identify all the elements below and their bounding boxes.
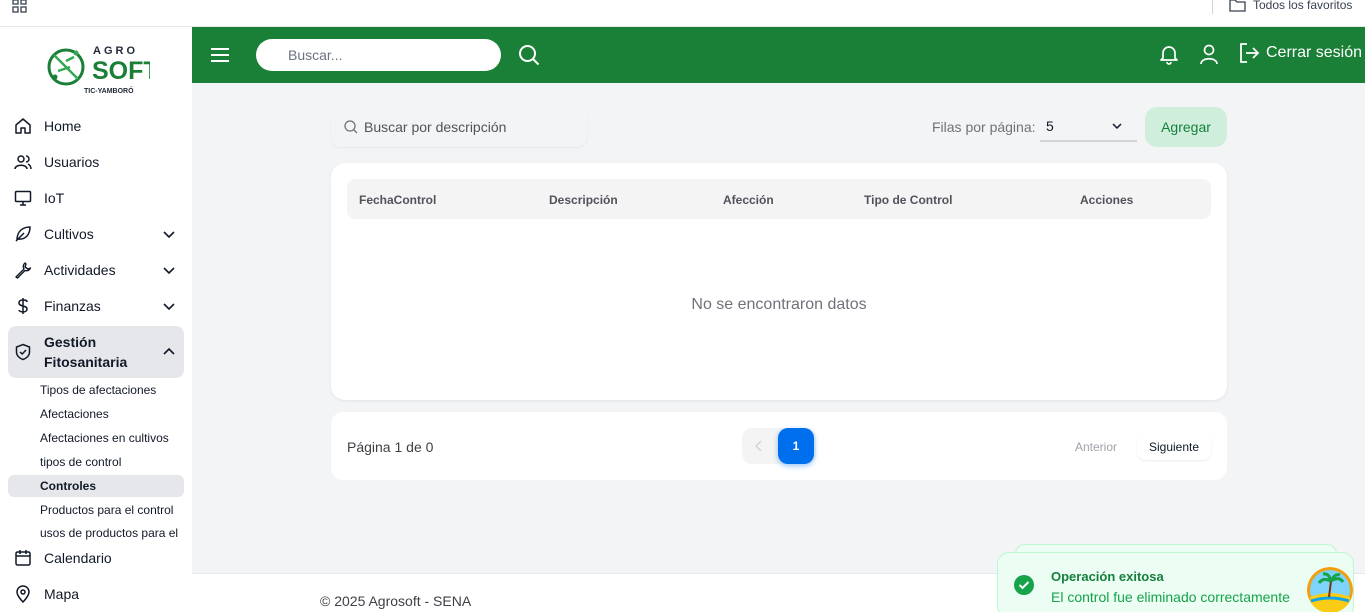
bookmarks-divider xyxy=(1212,0,1213,14)
chevron-up-icon xyxy=(163,347,175,355)
folder-icon xyxy=(1229,0,1246,12)
pagination-bar: Página 1 de 0 1 Anterior Siguiente xyxy=(331,412,1227,480)
sidebar-item-label: Cultivos xyxy=(44,226,94,242)
sidebar-item-home[interactable]: Home xyxy=(8,108,184,144)
sidebar-item-calendario[interactable]: Calendario xyxy=(8,540,184,576)
sidebar-item-actividades[interactable]: Actividades xyxy=(8,252,184,288)
toast-title: Operación exitosa xyxy=(1051,569,1164,584)
column-header-acciones: Acciones xyxy=(1080,193,1134,207)
chevron-down-icon xyxy=(1112,123,1122,130)
sidebar-item-label: Home xyxy=(44,118,82,134)
sidebar-item-label: Usuarios xyxy=(44,154,100,170)
subitem-usos-productos[interactable]: usos de productos para el xyxy=(8,523,184,541)
column-header-tipo-control[interactable]: Tipo de Control xyxy=(864,193,952,207)
subitem-afectaciones[interactable]: Afectaciones xyxy=(8,403,184,425)
dollar-icon xyxy=(14,297,32,315)
search-icon[interactable] xyxy=(518,44,540,66)
apps-grid-icon[interactable] xyxy=(12,0,28,14)
column-header-descripcion[interactable]: Descripción xyxy=(549,193,618,207)
leaf-icon xyxy=(14,225,32,243)
description-search-input[interactable] xyxy=(364,119,574,135)
wrench-icon xyxy=(14,261,32,279)
table-header: FechaControl Descripción Afección Tipo d… xyxy=(347,179,1211,219)
svg-text:TIC-YAMBORÓ: TIC-YAMBORÓ xyxy=(84,86,134,95)
chevron-down-icon xyxy=(163,303,175,311)
controls-table: FechaControl Descripción Afección Tipo d… xyxy=(331,163,1227,400)
logout-button[interactable]: Cerrar sesión xyxy=(1238,42,1362,64)
pagination-control: 1 xyxy=(742,428,816,464)
home-icon xyxy=(14,117,32,135)
subitem-afectaciones-cultivos[interactable]: Afectaciones en cultivos xyxy=(8,427,184,449)
logout-icon xyxy=(1240,43,1260,63)
global-search-input[interactable] xyxy=(256,39,501,71)
svg-text:SOFT: SOFT xyxy=(92,57,150,85)
sidebar-item-usuarios[interactable]: Usuarios xyxy=(8,144,184,180)
subitem-tipos-afectaciones[interactable]: Tipos de afectaciones xyxy=(8,379,184,401)
description-search[interactable] xyxy=(331,107,587,147)
column-header-fecha-control[interactable]: FechaControl xyxy=(359,193,436,207)
sidebar-item-gestion-fitosanitaria[interactable]: Gestión Fitosanitaria xyxy=(8,326,184,378)
subitem-controles[interactable]: Controles xyxy=(8,475,184,497)
sidebar-item-label: Finanzas xyxy=(44,298,101,314)
bell-icon[interactable] xyxy=(1158,43,1180,65)
sidebar-item-label: IoT xyxy=(44,190,65,206)
column-header-afeccion[interactable]: Afección xyxy=(723,193,774,207)
sidebar-item-finanzas[interactable]: Finanzas xyxy=(8,288,184,324)
search-icon xyxy=(344,120,358,134)
monitor-icon xyxy=(14,189,32,207)
sidebar-item-cultivos[interactable]: Cultivos xyxy=(8,216,184,252)
chevron-left-icon[interactable] xyxy=(752,439,766,453)
hamburger-menu-icon[interactable] xyxy=(210,45,230,65)
all-favorites-label: Todos los favoritos xyxy=(1253,0,1353,12)
rows-per-page-value: 5 xyxy=(1046,118,1054,134)
rows-per-page-select[interactable]: 5 xyxy=(1040,110,1137,142)
agrosoft-logo: AGRO SOFT TIC-YAMBORÓ xyxy=(47,45,150,95)
sidebar-item-label: Mapa xyxy=(44,586,80,602)
sidebar-item-label: Actividades xyxy=(44,262,116,278)
calendar-icon xyxy=(14,549,32,567)
footer-copyright: © 2025 Agrosoft - SENA xyxy=(320,593,472,609)
sidebar: AGRO SOFT TIC-YAMBORÓ Home Usuarios IoT … xyxy=(0,27,192,612)
rows-per-page-label: Filas por página: xyxy=(932,119,1036,135)
sidebar-item-label: Calendario xyxy=(44,550,112,566)
sidebar-item-mapa[interactable]: Mapa xyxy=(8,576,184,612)
subitem-tipos-control[interactable]: tipos de control xyxy=(8,451,184,473)
shield-check-icon xyxy=(14,343,32,361)
check-circle-icon xyxy=(1014,575,1034,595)
top-header: Cerrar sesión xyxy=(192,27,1365,83)
user-icon[interactable] xyxy=(1198,43,1220,65)
sidebar-item-label: Gestión Fitosanitaria xyxy=(44,334,128,370)
assistant-avatar[interactable] xyxy=(1307,567,1353,612)
svg-text:AGRO: AGRO xyxy=(93,45,138,57)
success-toast[interactable]: Operación exitosa El control fue elimina… xyxy=(997,552,1354,612)
add-button[interactable]: Agregar xyxy=(1145,107,1227,147)
map-pin-icon xyxy=(14,585,32,603)
all-favorites-link[interactable]: Todos los favoritos xyxy=(1229,0,1352,12)
toast-message: El control fue eliminado correctamente xyxy=(1051,589,1290,605)
empty-state-message: No se encontraron datos xyxy=(691,296,867,313)
users-icon xyxy=(14,153,32,171)
logout-label: Cerrar sesión xyxy=(1266,44,1363,61)
chevron-down-icon xyxy=(163,267,175,275)
previous-button[interactable]: Anterior xyxy=(1061,434,1131,460)
chevron-down-icon xyxy=(163,231,175,239)
next-button[interactable]: Siguiente xyxy=(1137,434,1211,460)
sidebar-item-iot[interactable]: IoT xyxy=(8,180,184,216)
page-info: Página 1 de 0 xyxy=(347,439,434,455)
page-1-button[interactable]: 1 xyxy=(778,428,814,464)
subitem-productos-control[interactable]: Productos para el control xyxy=(8,499,184,521)
browser-bookmarks-bar: Todos los favoritos xyxy=(0,0,1365,27)
